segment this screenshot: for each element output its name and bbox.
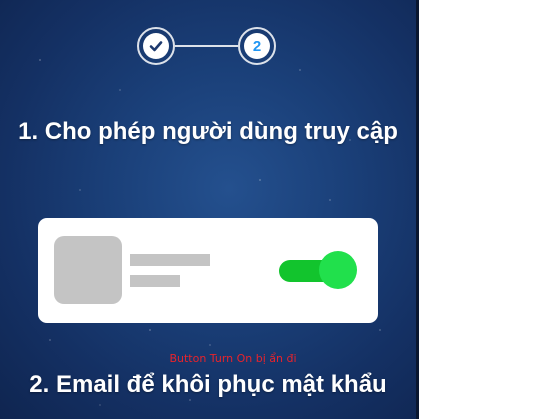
panel-edge — [416, 0, 419, 419]
allow-access-title: 1. Cho phép người dùng truy cập — [18, 118, 398, 145]
recovery-email-title: 2. Email để khôi phục mật khẩu — [29, 371, 387, 398]
step-connector — [175, 45, 238, 47]
app-name-placeholder — [130, 254, 210, 266]
step-2-indicator: 2 — [238, 27, 276, 65]
access-toggle-illustration — [279, 251, 357, 291]
app-icon-placeholder — [54, 236, 122, 304]
app-subtitle-placeholder — [130, 275, 180, 287]
step-1-indicator — [137, 27, 175, 65]
checkmark-icon — [149, 41, 163, 52]
step-2-number: 2 — [252, 37, 262, 55]
permission-illustration-card — [38, 218, 378, 323]
toggle-knob — [319, 251, 357, 289]
hidden-button-annotation: Button Turn On bị ẩn đi — [169, 352, 297, 365]
